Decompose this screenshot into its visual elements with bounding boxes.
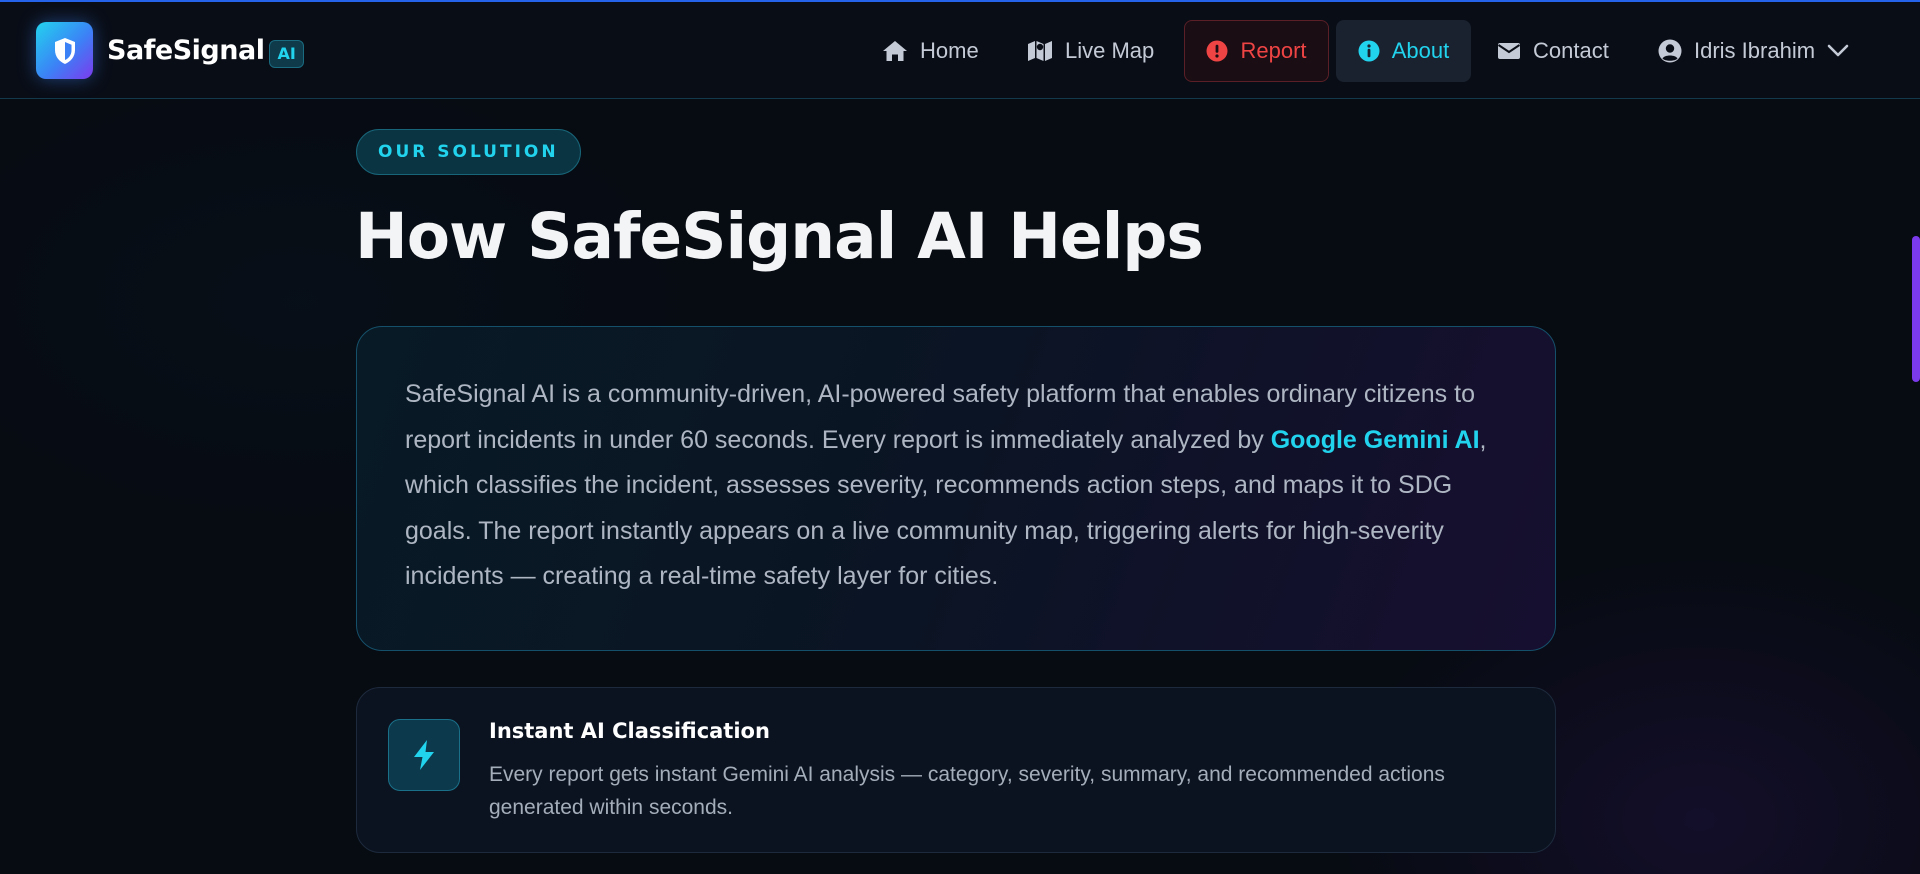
info-circle-icon [1358, 40, 1380, 62]
chevron-down-icon [1827, 44, 1849, 57]
nav-home[interactable]: Home [862, 20, 999, 82]
intro-paragraph: SafeSignal AI is a community-driven, AI-… [405, 372, 1507, 600]
bolt-icon [388, 719, 460, 791]
brand[interactable]: SafeSignal AI [36, 22, 304, 79]
feature-description: Every report gets instant Gemini AI anal… [489, 763, 1445, 819]
nav-contact-label: Contact [1533, 38, 1609, 63]
nav-about-label: About [1391, 38, 1450, 63]
gemini-highlight: Google Gemini AI [1270, 425, 1480, 454]
map-icon [1028, 41, 1052, 61]
feature-title: Instant AI Classification [489, 719, 770, 743]
user-name: Idris Ibrahim [1694, 38, 1816, 63]
scrollbar-thumb[interactable] [1912, 236, 1920, 382]
envelope-icon [1497, 43, 1521, 59]
brand-ai-badge: AI [269, 39, 304, 68]
nav-about[interactable]: About [1336, 20, 1471, 82]
user-menu[interactable]: Idris Ibrahim [1638, 20, 1869, 82]
home-icon [883, 41, 907, 61]
navbar: SafeSignal AI Home Live Map Report About… [0, 2, 1920, 99]
brand-name: SafeSignal [107, 35, 265, 66]
nav-home-label: Home [920, 38, 979, 63]
user-circle-icon [1658, 39, 1682, 63]
section-eyebrow-pill: OUR SOLUTION [356, 129, 581, 175]
nav-report-label: Report [1240, 38, 1307, 63]
nav-live-map[interactable]: Live Map [1007, 20, 1174, 82]
nav-report-button[interactable]: Report [1184, 20, 1329, 82]
nav-live-map-label: Live Map [1065, 38, 1155, 63]
intro-card: SafeSignal AI is a community-driven, AI-… [356, 326, 1556, 651]
alert-circle-icon [1206, 40, 1228, 62]
shield-logo-icon [36, 22, 93, 79]
nav-contact[interactable]: Contact [1477, 20, 1629, 82]
page-title: How SafeSignal AI Helps [355, 200, 1204, 273]
feature-card: Instant AI Classification Every report g… [356, 687, 1556, 853]
